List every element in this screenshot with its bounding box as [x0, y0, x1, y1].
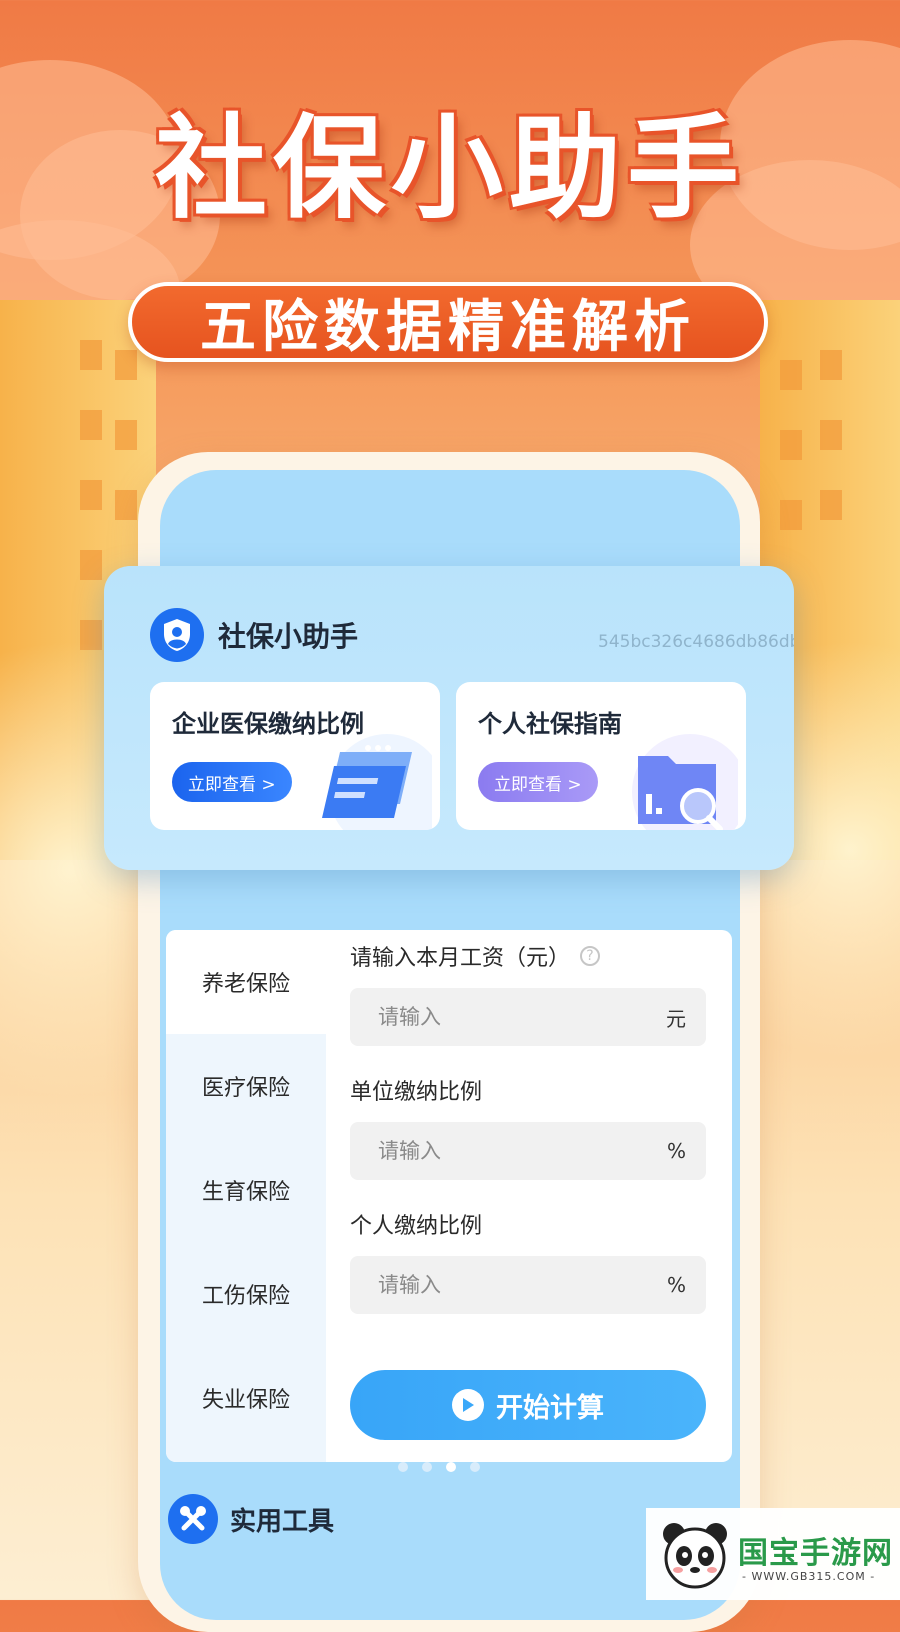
employer-ratio-input-box: %	[350, 1122, 706, 1180]
view-now-button[interactable]: 立即查看 >	[478, 762, 598, 802]
site-watermark: 国宝手游网 - WWW.GB315.COM -	[646, 1508, 900, 1600]
tools-section-header: 实用工具	[168, 1494, 334, 1544]
page-dot	[422, 1462, 432, 1472]
panda-logo-icon	[663, 1523, 727, 1589]
page-dot	[470, 1462, 480, 1472]
employer-ratio-label: 单位缴纳比例	[350, 1080, 483, 1105]
tab-unemployment-insurance[interactable]: 失业保险	[166, 1346, 326, 1450]
tab-medical-insurance[interactable]: 医疗保险	[166, 1034, 326, 1138]
hero-title: 社保小助手	[155, 104, 745, 234]
play-icon	[452, 1389, 484, 1421]
document-stack-icon	[322, 734, 432, 830]
page-dot	[398, 1462, 408, 1472]
help-icon[interactable]: ?	[580, 946, 601, 966]
personal-ratio-unit: %	[666, 1273, 686, 1297]
watermark-url: - WWW.GB315.COM -	[742, 1570, 876, 1583]
start-calculate-label: 开始计算	[496, 1392, 604, 1424]
tab-pension-insurance[interactable]: 养老保险	[166, 930, 326, 1034]
assistant-header: 社保小助手	[150, 608, 358, 662]
employer-ratio-unit: %	[666, 1139, 686, 1163]
shield-user-icon	[150, 608, 204, 662]
salary-input-box: 元	[350, 988, 706, 1046]
salary-label-text: 请输入本月工资（元）	[350, 946, 571, 971]
tab-maternity-insurance[interactable]: 生育保险	[166, 1138, 326, 1242]
assistant-hash-text: 545bc326c4686db86dbc	[598, 632, 794, 652]
salary-unit: 元	[666, 1006, 686, 1031]
feature-card-medical-ratio[interactable]: 企业医保缴纳比例 立即查看 >	[150, 682, 440, 830]
salary-input[interactable]	[376, 1004, 620, 1030]
insurance-calculator: 养老保险 医疗保险 生育保险 工伤保险 失业保险 请输入本月工资（元） ? 元 …	[166, 930, 732, 1462]
start-calculate-button[interactable]: 开始计算	[350, 1370, 706, 1440]
salary-label: 请输入本月工资（元） ?	[350, 940, 601, 972]
tab-injury-insurance[interactable]: 工伤保险	[166, 1242, 326, 1346]
wrench-icon	[168, 1494, 218, 1544]
feature-card-personal-guide[interactable]: 个人社保指南 立即查看 >	[456, 682, 746, 830]
employer-ratio-input[interactable]	[376, 1138, 620, 1164]
page-dot-active	[446, 1462, 456, 1472]
folder-search-icon	[632, 734, 738, 830]
personal-ratio-input[interactable]	[376, 1272, 620, 1298]
hero-subtitle: 五险数据精准解析	[128, 282, 768, 362]
view-now-button[interactable]: 立即查看 >	[172, 762, 292, 802]
tools-title: 实用工具	[230, 1506, 335, 1537]
page-indicator	[398, 1462, 480, 1472]
personal-ratio-label: 个人缴纳比例	[350, 1214, 483, 1239]
watermark-text: 国宝手游网	[738, 1536, 893, 1571]
assistant-card: 社保小助手 545bc326c4686db86dbc 企业医保缴纳比例 立即查看…	[104, 566, 794, 870]
insurance-type-sidebar: 养老保险 医疗保险 生育保险 工伤保险 失业保险	[166, 930, 326, 1462]
personal-ratio-input-box: %	[350, 1256, 706, 1314]
assistant-title: 社保小助手	[218, 620, 359, 653]
